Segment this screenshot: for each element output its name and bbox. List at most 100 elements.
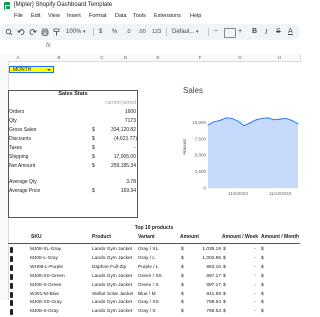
text-color-icon[interactable]: A	[288, 27, 293, 37]
bold-icon[interactable]: B	[252, 27, 257, 37]
column-header-b[interactable]: B	[28, 54, 91, 62]
currency-symbol: $	[92, 188, 95, 194]
currency-symbol: $	[223, 291, 226, 297]
menu-format[interactable]: Format	[89, 13, 106, 19]
product-cell: Daphne Full-Zip	[92, 264, 127, 270]
stat-value-qty: 7173	[124, 118, 136, 124]
stat-value-average-qty: 3.78	[126, 179, 136, 185]
table-row[interactable]: WJ01-M-Blue Stellar Solar Jacket Blue / M $…	[8, 291, 300, 299]
more-formats-button[interactable]: 123	[152, 27, 161, 37]
data-point	[213, 121, 215, 123]
currency-format-button[interactable]: $	[99, 27, 102, 37]
menu-insert[interactable]: Insert	[67, 13, 81, 19]
increase-font-size-icon[interactable]: +	[238, 27, 242, 37]
toolbar-divider	[208, 28, 209, 36]
table-row[interactable]: MJ08-S-Green Lando Gym Jacket Green / S $89…	[8, 282, 300, 290]
undo-icon[interactable]	[17, 27, 25, 37]
currency-symbol: $	[261, 309, 264, 315]
column-header-d[interactable]: D	[114, 54, 138, 62]
table-row[interactable]: WH08-L-Purple Daphne Full-Zip Purple / L $9…	[8, 264, 300, 272]
data-point	[285, 117, 287, 119]
col-header-amount: Amount	[180, 234, 199, 240]
strikethrough-icon[interactable]: S	[276, 27, 281, 37]
amount-cell: 963.10	[206, 264, 221, 270]
product-thumbnail	[10, 309, 13, 316]
data-point	[279, 118, 281, 120]
toolbar-divider	[93, 28, 94, 36]
document-title[interactable]: [Mipler] Shopify Dashboard Template	[14, 2, 112, 8]
data-point	[273, 119, 275, 121]
top-products-title: Top 10 products	[134, 225, 174, 231]
amount-cell: 841.59	[206, 291, 221, 297]
menu-help[interactable]: Help	[190, 13, 201, 19]
search-menus-icon[interactable]	[5, 27, 13, 37]
menu-data[interactable]: Data	[115, 13, 127, 19]
currency-symbol: $	[223, 255, 226, 261]
data-point	[237, 120, 239, 122]
month-dropdown[interactable]: MONTH	[9, 66, 54, 73]
stat-label-average-qty: Average Qty	[9, 179, 37, 185]
redo-icon[interactable]	[29, 27, 37, 37]
column-header-f[interactable]: F	[179, 54, 222, 62]
currency-symbol: $	[223, 300, 226, 306]
column-header-h[interactable]: H	[259, 54, 301, 62]
data-point	[249, 122, 251, 124]
amount-week-cell: -	[254, 309, 256, 315]
product-cell: Lando Gym Jacket	[92, 309, 132, 315]
currency-symbol: $	[181, 255, 184, 261]
column-header-g[interactable]: G	[221, 54, 260, 62]
y-axis-label: Amount	[182, 138, 187, 154]
font-family-select[interactable]: Defaul... ▾	[172, 27, 199, 37]
currency-symbol: $	[92, 127, 95, 133]
decrease-font-size-icon[interactable]: −	[214, 27, 218, 37]
currency-symbol: $	[261, 300, 264, 306]
amount-cell: 798.53	[206, 300, 221, 306]
stat-label-gross-sales: Gross Sales	[9, 127, 37, 133]
italic-icon[interactable]: I	[265, 27, 267, 37]
function-icon: fx	[46, 43, 51, 49]
percent-format-button[interactable]: %	[112, 27, 117, 37]
amount-week-cell: -	[254, 282, 256, 288]
sheets-logo-icon[interactable]	[4, 2, 11, 10]
paint-format-icon[interactable]	[53, 27, 61, 37]
column-header-e[interactable]: E	[137, 54, 180, 62]
table-row[interactable]: MJ08-L-Gray Lando Gym Jacket Gray / L $1,00…	[8, 255, 300, 263]
table-row[interactable]: MJ08-XS-Gray Lando Gym Jacket Gray / XS $79…	[8, 299, 300, 307]
sales-stats-title: Sales Stats	[58, 91, 88, 97]
amount-week-cell: -	[254, 247, 256, 252]
name-box[interactable]	[4, 44, 36, 52]
menu-bar: File Edit View Insert Format Data Tools …	[0, 12, 300, 22]
table-row[interactable]: MJ08-S-Gray Lando Gym Jacket Gray / S $798.…	[8, 308, 300, 316]
currency-symbol: $	[261, 273, 264, 279]
product-thumbnail	[10, 291, 13, 298]
variant-cell: Gray / S	[138, 309, 156, 315]
column-header-a[interactable]: A	[8, 54, 29, 62]
amount-cell: 798.53	[206, 309, 221, 315]
amount-cell: 897.17	[206, 282, 221, 288]
variant-cell: Blue / M	[138, 291, 156, 297]
stat-label-discounts: Discounts	[9, 136, 31, 142]
stat-label-orders: Orders	[9, 109, 25, 115]
decrease-decimals-button[interactable]: .0	[126, 27, 131, 37]
currency-symbol: $	[261, 264, 264, 270]
column-header-c[interactable]: C	[90, 54, 115, 62]
table-row[interactable]: MJ08-XS-Green Lando Gym Jacket Green / XS $…	[8, 273, 300, 281]
chevron-down-icon	[47, 69, 51, 71]
x-tick-label: 11/13/2023	[269, 191, 292, 196]
stat-label-shipping: Shipping	[9, 154, 29, 160]
print-icon[interactable]	[41, 27, 49, 37]
font-size-input[interactable]	[224, 28, 236, 38]
menu-extensions[interactable]: Extensions	[154, 13, 181, 19]
sheet-grid[interactable]: A B C D E F G H MONTH Sales Stats curren…	[0, 54, 301, 316]
menu-file[interactable]: File	[14, 13, 23, 19]
zoom-select[interactable]: 100% ▾	[66, 27, 86, 37]
chart-title: Sales	[183, 86, 204, 95]
menu-view[interactable]: View	[48, 13, 60, 19]
increase-decimals-button[interactable]: .00	[138, 27, 146, 37]
table-row[interactable]: MJ08-XL-Gray Lando Gym Jacket Gray / XL $1,…	[8, 246, 300, 254]
menu-edit[interactable]: Edit	[31, 13, 40, 19]
sales-chart[interactable]: 0 2,500 5,000 7,500 10,000 11/6/2023 11/13/202…	[180, 98, 300, 208]
currency-symbol: $	[223, 273, 226, 279]
product-thumbnail	[10, 300, 13, 307]
menu-tools[interactable]: Tools	[133, 13, 146, 19]
